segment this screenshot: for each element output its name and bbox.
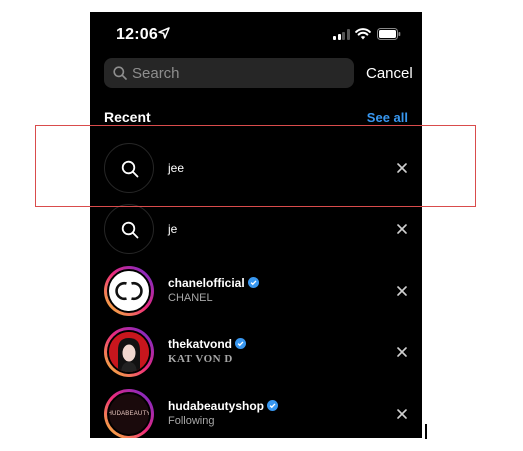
remove-icon[interactable] xyxy=(395,284,409,298)
remove-icon[interactable] xyxy=(395,345,409,359)
avatar: HUDABEAUTY xyxy=(104,389,154,438)
search-input[interactable] xyxy=(132,65,342,82)
recent-search-query: je xyxy=(168,222,178,236)
search-icon xyxy=(121,221,139,239)
highlight-annotation-box xyxy=(35,125,476,207)
search-icon xyxy=(113,66,127,80)
recent-account-row[interactable]: thekatvond KAT VON D xyxy=(90,323,422,381)
account-full-name: CHANEL xyxy=(168,292,213,304)
account-full-name: KAT VON D xyxy=(168,353,233,365)
recent-heading: Recent xyxy=(104,109,151,125)
recent-search-avatar xyxy=(104,204,154,254)
recent-account-row[interactable]: chanelofficial CHANEL xyxy=(90,262,422,320)
status-time: 12:06 xyxy=(116,26,158,43)
verified-badge-icon xyxy=(247,277,259,288)
recent-search-row[interactable]: je xyxy=(90,200,422,258)
remove-icon[interactable] xyxy=(395,407,409,421)
see-all-link[interactable]: See all xyxy=(367,110,408,125)
text-cursor xyxy=(425,424,427,439)
wifi-icon xyxy=(355,28,371,40)
account-username: chanelofficial xyxy=(168,276,245,290)
location-arrow-icon xyxy=(158,27,170,39)
cancel-button[interactable]: Cancel xyxy=(366,65,413,82)
cellular-signal-icon xyxy=(333,29,350,40)
profile-photo xyxy=(109,332,149,372)
account-username: thekatvond xyxy=(168,337,233,351)
account-username: hudabeautyshop xyxy=(168,399,265,413)
chanel-logo-icon xyxy=(115,281,143,301)
verified-badge-icon xyxy=(235,338,247,349)
avatar xyxy=(104,266,154,316)
battery-icon xyxy=(377,28,401,40)
remove-icon[interactable] xyxy=(395,222,409,236)
account-following-status: Following xyxy=(168,415,215,427)
phone-screen: 12:06 Cancel Recent See all xyxy=(90,12,422,438)
search-bar[interactable] xyxy=(104,58,354,88)
avatar xyxy=(104,327,154,377)
verified-badge-icon xyxy=(267,400,279,411)
hudabeauty-logo-icon: HUDABEAUTY xyxy=(107,411,151,417)
status-bar: 12:06 xyxy=(90,12,422,56)
recent-account-row[interactable]: HUDABEAUTY hudabeautyshop Following xyxy=(90,385,422,438)
